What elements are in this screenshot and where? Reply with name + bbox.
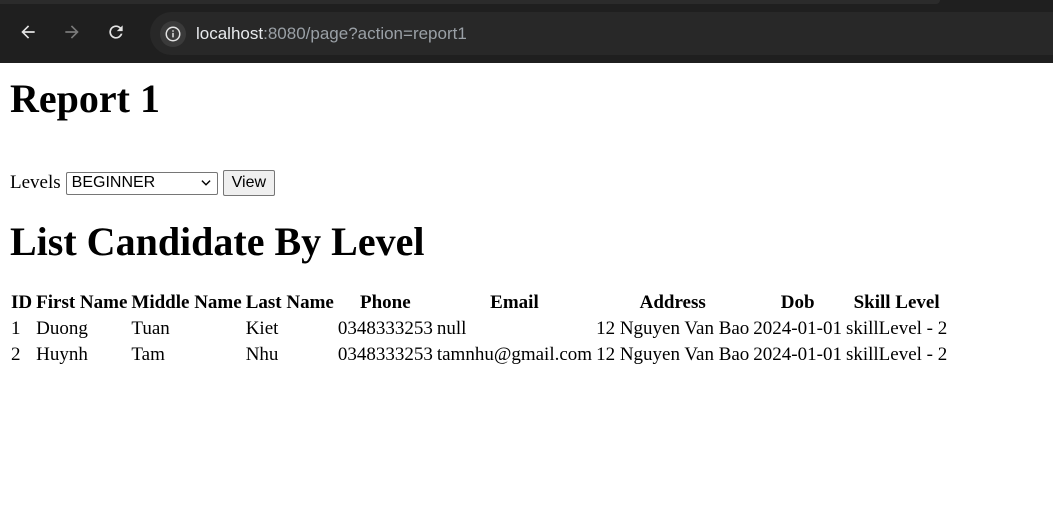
header-skill-level: Skill Level <box>853 292 940 313</box>
cell-first-name: Duong <box>36 318 88 339</box>
candidates-table: ID First Name Middle Name Last Name Phon… <box>8 289 950 369</box>
header-dob: Dob <box>780 292 815 313</box>
table-row: 2 Huynh Tam Nhu 0348333253 tamnhu@gmail.… <box>10 343 948 367</box>
cell-skill-level: skillLevel - 2 <box>845 344 948 365</box>
header-address: Address <box>639 292 706 313</box>
cell-id: 2 <box>11 344 21 365</box>
chevron-down-icon <box>201 180 211 186</box>
header-first-name: First Name <box>36 292 128 313</box>
cell-phone: 0348333253 <box>337 344 433 365</box>
cell-email: tamnhu@gmail.com <box>436 344 593 365</box>
arrow-right-icon <box>65 24 79 39</box>
cell-address: 12 Nguyen Van Bao <box>596 344 750 365</box>
cell-phone: 0348333253 <box>337 318 433 339</box>
list-title: List Candidate By Level <box>10 219 425 264</box>
table-header-row: ID First Name Middle Name Last Name Phon… <box>10 291 948 315</box>
page-content: Report 1 Levels BEGINNER View List Candi… <box>0 75 1053 369</box>
cell-dob: 2024-01-01 <box>753 318 842 339</box>
cell-middle-name: Tam <box>131 344 165 365</box>
back-button[interactable] <box>12 16 44 48</box>
header-last-name: Last Name <box>245 292 334 313</box>
header-phone: Phone <box>360 292 411 313</box>
forward-button[interactable] <box>56 16 88 48</box>
header-id: ID <box>11 292 33 313</box>
levels-label: Levels <box>10 172 61 193</box>
url-text[interactable]: localhost:8080/page?action=report1 <box>196 24 467 44</box>
cell-email: null <box>436 318 467 339</box>
url-path: :8080/page?action=report1 <box>263 23 467 43</box>
browser-toolbar: localhost:8080/page?action=report1 <box>0 0 1053 63</box>
cell-last-name: Kiet <box>245 318 279 339</box>
cell-id: 1 <box>11 318 21 339</box>
page-title: Report 1 <box>10 76 160 121</box>
reload-icon <box>109 24 123 39</box>
header-email: Email <box>490 292 539 313</box>
arrow-left-icon <box>21 24 35 39</box>
site-info-button[interactable] <box>160 20 186 47</box>
cell-dob: 2024-01-01 <box>753 344 842 365</box>
cell-last-name: Nhu <box>245 344 279 365</box>
url-host: localhost <box>196 23 264 43</box>
table-row: 1 Duong Tuan Kiet 0348333253 null 12 Ngu… <box>10 317 948 341</box>
cell-middle-name: Tuan <box>131 318 170 339</box>
cell-address: 12 Nguyen Van Bao <box>596 318 750 339</box>
info-icon <box>165 26 181 41</box>
view-button[interactable]: View <box>222 170 276 196</box>
header-middle-name: Middle Name <box>131 292 242 313</box>
cell-first-name: Huynh <box>36 344 88 365</box>
reload-button[interactable] <box>100 16 132 48</box>
cell-skill-level: skillLevel - 2 <box>845 318 948 339</box>
levels-select[interactable]: BEGINNER <box>65 171 218 195</box>
levels-select-value: BEGINNER <box>71 174 156 191</box>
address-bar[interactable]: localhost:8080/page?action=report1 <box>150 12 1053 55</box>
level-filter-form: Levels BEGINNER View <box>10 170 1043 196</box>
